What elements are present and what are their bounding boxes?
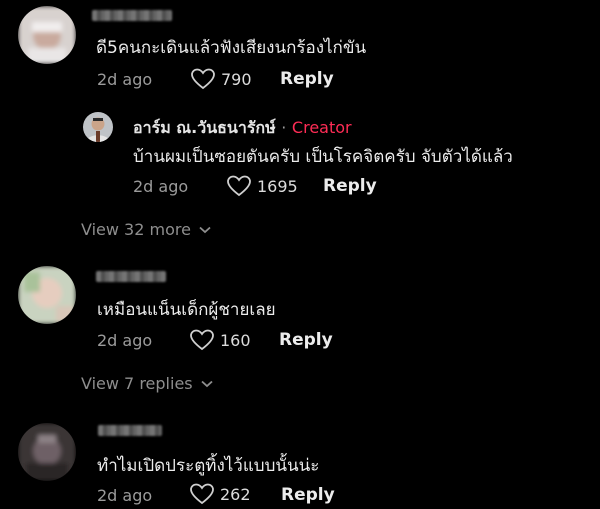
reply-text: บ้านผมเป็นซอยตันครับ เป็นโรคจิตครับ จับต… [133, 147, 513, 167]
comment-text: เหมือนแน็นเด็กผู้ชายเลย [97, 300, 276, 320]
like-count: 160 [220, 330, 251, 350]
comment-timestamp: 2d ago [97, 486, 153, 505]
view-more-replies[interactable]: View 32 more [81, 220, 211, 239]
comment-text: ดี5คนกะเดินแล้วฟังเสียงนกร้องไก่ขัน [96, 38, 367, 58]
heart-outline-icon [190, 483, 214, 505]
heart-outline-icon [227, 175, 251, 197]
commenter-avatar[interactable] [18, 266, 76, 324]
heart-outline-icon [191, 68, 215, 90]
reply-button[interactable]: Reply [279, 330, 333, 350]
commenter-avatar[interactable] [18, 6, 76, 64]
like-button[interactable]: 790 [191, 68, 252, 90]
chevron-down-icon [201, 380, 213, 387]
creator-name[interactable]: อาร์ม ณ.วันธนารักษ์ [133, 118, 276, 137]
like-button[interactable]: 262 [190, 483, 251, 505]
comment-timestamp: 2d ago [97, 70, 153, 89]
view-more-label: View 7 replies [81, 374, 193, 393]
creator-avatar[interactable] [83, 112, 113, 142]
comment-text: ทำไมเปิดประตูทิ้งไว้แบบนั้นน่ะ [97, 456, 320, 476]
creator-badge: Creator [291, 118, 352, 137]
separator-dot: · [281, 118, 287, 137]
like-count: 1695 [257, 176, 298, 196]
like-count: 790 [221, 69, 252, 89]
commenter-username[interactable] [96, 271, 166, 282]
like-button[interactable]: 160 [190, 329, 251, 351]
reply-button[interactable]: Reply [281, 485, 335, 505]
reply-button[interactable]: Reply [323, 176, 377, 196]
view-more-replies[interactable]: View 7 replies [81, 374, 213, 393]
like-count: 262 [220, 484, 251, 504]
comment-timestamp: 2d ago [97, 331, 153, 350]
chevron-down-icon [199, 226, 211, 233]
commenter-avatar[interactable] [18, 423, 76, 481]
heart-outline-icon [190, 329, 214, 351]
reply-timestamp: 2d ago [133, 177, 189, 196]
commenter-username[interactable] [98, 425, 162, 436]
reply-like-button[interactable]: 1695 [227, 175, 298, 197]
reply-button[interactable]: Reply [280, 69, 334, 89]
creator-author-line: อาร์ม ณ.วันธนารักษ์ · Creator [133, 116, 352, 141]
commenter-username[interactable] [92, 10, 172, 21]
view-more-label: View 32 more [81, 220, 191, 239]
